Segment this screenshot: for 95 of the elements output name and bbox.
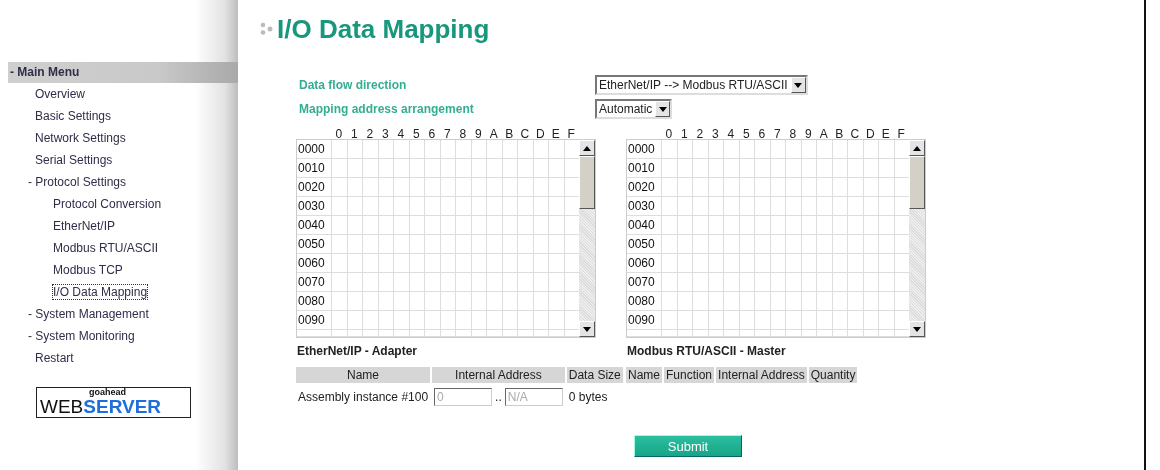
- menu-item[interactable]: Restart: [35, 351, 74, 365]
- column-header: 6: [427, 127, 437, 141]
- logo-text: SERVER: [83, 397, 162, 416]
- logo-text: goahead: [89, 388, 126, 397]
- row-address: 0050: [628, 237, 655, 251]
- column-header: E: [550, 127, 561, 141]
- column-header: 3: [710, 127, 720, 141]
- column-header: Name: [626, 367, 662, 383]
- row-address: 0090: [628, 313, 655, 327]
- menu-item[interactable]: Modbus RTU/ASCII: [53, 241, 159, 255]
- column-header: 6: [757, 127, 767, 141]
- select-field[interactable]: Automatic: [595, 99, 673, 119]
- scroll-down-icon[interactable]: [909, 321, 925, 337]
- row-address: 0010: [298, 161, 325, 175]
- menu-item[interactable]: - Protocol Settings: [28, 175, 127, 189]
- dropdown-arrow-icon: [794, 82, 803, 88]
- scroll-up-icon[interactable]: [909, 140, 925, 156]
- column-header: Internal Address: [716, 367, 807, 383]
- row-address: 0060: [628, 256, 655, 270]
- column-header: Internal Address: [432, 367, 565, 383]
- row-address: 0030: [298, 199, 325, 213]
- scrollbar[interactable]: [579, 140, 595, 337]
- menu-item[interactable]: I/O Data Mapping: [53, 285, 148, 299]
- menu-item[interactable]: Network Settings: [35, 131, 126, 145]
- page-title: I/O Data Mapping: [277, 13, 490, 45]
- column-header: 4: [726, 127, 736, 141]
- select-field[interactable]: EtherNet/IP --> Modbus RTU/ASCII: [595, 75, 808, 95]
- menu-item[interactable]: EtherNet/IP: [53, 219, 116, 233]
- column-header: 4: [396, 127, 406, 141]
- table-cell-text: 0 bytes: [567, 389, 609, 406]
- field-label: Data flow direction: [299, 78, 408, 92]
- column-header: 1: [349, 127, 359, 141]
- table-cell-text: Assembly instance #100: [297, 389, 430, 406]
- section-title: EtherNet/IP - Adapter: [297, 344, 419, 359]
- column-header: F: [566, 127, 576, 141]
- row-address: 0070: [298, 275, 325, 289]
- dots-icon: [260, 22, 274, 36]
- column-header: E: [880, 127, 891, 141]
- main-menu-header[interactable]: - Main Menu: [8, 62, 238, 83]
- menu-item[interactable]: Serial Settings: [35, 153, 113, 167]
- column-header: C: [849, 127, 861, 141]
- column-header: 0: [664, 127, 674, 141]
- row-address: 0040: [628, 218, 655, 232]
- column-header: A: [818, 127, 829, 141]
- column-header: 8: [458, 127, 468, 141]
- section-title: Modbus RTU/ASCII - Master: [627, 344, 787, 359]
- column-header: D: [534, 127, 546, 141]
- row-address: 0020: [628, 180, 655, 194]
- column-header: Data Size: [566, 367, 623, 383]
- row-address: 0020: [298, 180, 325, 194]
- column-header: D: [864, 127, 876, 141]
- column-header: 5: [741, 127, 751, 141]
- column-header: Function: [664, 367, 715, 383]
- column-header: 9: [803, 127, 813, 141]
- column-header: C: [519, 127, 531, 141]
- row-address: 0080: [628, 294, 655, 308]
- column-header: 7: [442, 127, 452, 141]
- row-address: 0090: [298, 313, 325, 327]
- range-separator: ..: [495, 390, 502, 404]
- column-header: 9: [473, 127, 483, 141]
- column-header: 5: [411, 127, 421, 141]
- column-header: 7: [772, 127, 782, 141]
- row-address: 0080: [298, 294, 325, 308]
- row-address: 0060: [298, 256, 325, 270]
- field-label: Mapping address arrangement: [299, 102, 475, 116]
- row-address: 0030: [628, 199, 655, 213]
- column-header: 1: [679, 127, 689, 141]
- column-header: B: [504, 127, 515, 141]
- menu-item[interactable]: Basic Settings: [35, 109, 112, 123]
- column-header: 2: [695, 127, 705, 141]
- scroll-up-icon[interactable]: [579, 140, 595, 156]
- row-address: 0050: [298, 237, 325, 251]
- column-header: 0: [334, 127, 344, 141]
- row-address: 0040: [298, 218, 325, 232]
- menu-item[interactable]: - System Management: [28, 307, 149, 321]
- row-address: 0010: [628, 161, 655, 175]
- scrollbar[interactable]: [909, 140, 925, 337]
- row-address: 0000: [298, 142, 325, 156]
- column-header: 2: [365, 127, 375, 141]
- menu-item[interactable]: Protocol Conversion: [53, 197, 162, 211]
- column-header: Name: [296, 367, 431, 383]
- menu-item[interactable]: Overview: [35, 87, 85, 101]
- column-header: 8: [788, 127, 798, 141]
- scroll-down-icon[interactable]: [579, 321, 595, 337]
- column-header: F: [896, 127, 906, 141]
- menu-item[interactable]: - System Monitoring: [28, 329, 135, 343]
- row-address: 0000: [628, 142, 655, 156]
- column-header: B: [834, 127, 845, 141]
- row-address: 0070: [628, 275, 655, 289]
- column-header: 3: [380, 127, 390, 141]
- column-header: Quantity: [808, 367, 858, 383]
- menu-item[interactable]: Modbus TCP: [53, 263, 123, 277]
- dropdown-arrow-icon: [658, 106, 667, 112]
- column-header: A: [488, 127, 499, 141]
- logo-text: WEB: [40, 397, 84, 416]
